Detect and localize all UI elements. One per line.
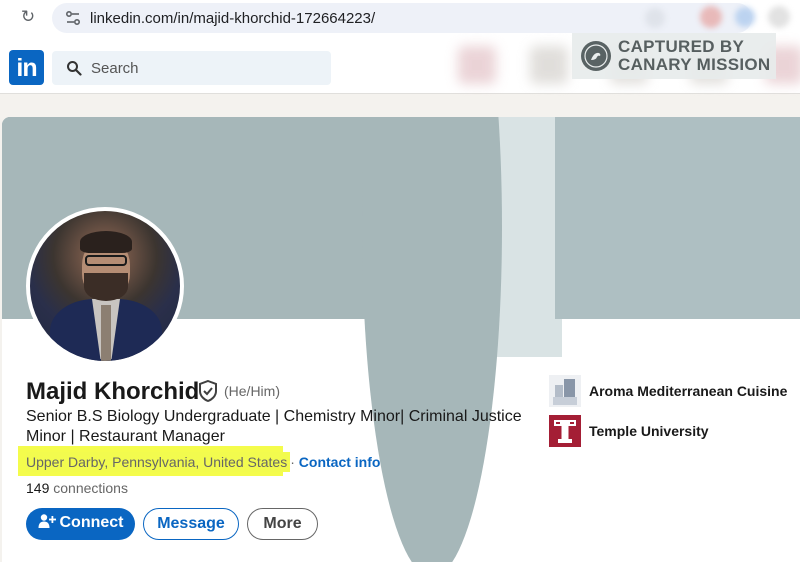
extension-icon[interactable] — [700, 6, 722, 28]
profile-name: Majid Khorchid — [26, 378, 200, 405]
connect-button[interactable]: Connect — [26, 508, 135, 540]
extension-icon[interactable] — [735, 7, 755, 27]
watermark-text: CAPTURED BY CANARY MISSION — [618, 37, 771, 74]
profile-icon[interactable] — [768, 6, 790, 28]
watermark-badge: CAPTURED BY CANARY MISSION — [572, 33, 776, 79]
company-name: Aroma Mediterranean Cuisine — [589, 383, 788, 399]
url-text[interactable]: linkedin.com/in/majid-khorchid-172664223… — [90, 10, 375, 27]
extension-icon[interactable] — [645, 8, 665, 28]
browser-toolbar: ↻ linkedin.com/in/majid-khorchid-1726642… — [0, 0, 800, 36]
profile-headline: Senior B.S Biology Undergraduate | Chemi… — [26, 408, 522, 445]
message-button[interactable]: Message — [143, 508, 239, 540]
search-placeholder: Search — [91, 60, 139, 77]
reload-icon[interactable]: ↻ — [18, 7, 38, 27]
profile-location: Upper Darby, Pennsylvania, United States — [26, 452, 291, 472]
nav-home-icon[interactable] — [458, 46, 496, 84]
connections-number: 149 — [26, 480, 50, 496]
pronouns: (He/Him) — [224, 383, 280, 399]
add-person-icon — [38, 514, 56, 529]
more-button[interactable]: More — [247, 508, 318, 540]
company-logo-icon — [549, 375, 581, 407]
location-row: Upper Darby, Pennsylvania, United States… — [26, 452, 381, 472]
university-logo-icon — [549, 415, 581, 447]
site-info-icon[interactable] — [64, 9, 82, 27]
nav-network-icon[interactable] — [530, 46, 568, 84]
connections-label: connections — [53, 480, 128, 496]
search-input[interactable]: Search — [52, 51, 331, 85]
verified-shield-icon[interactable] — [198, 380, 218, 402]
linkedin-logo[interactable]: in — [9, 50, 44, 85]
connections-count[interactable]: 149 connections — [26, 480, 128, 496]
separator: · — [290, 454, 295, 470]
contact-info-link[interactable]: Contact info — [299, 454, 381, 470]
profile-photo[interactable] — [26, 207, 184, 365]
canary-logo-icon — [581, 41, 611, 71]
university-name: Temple University — [589, 423, 709, 439]
search-icon — [67, 61, 82, 76]
